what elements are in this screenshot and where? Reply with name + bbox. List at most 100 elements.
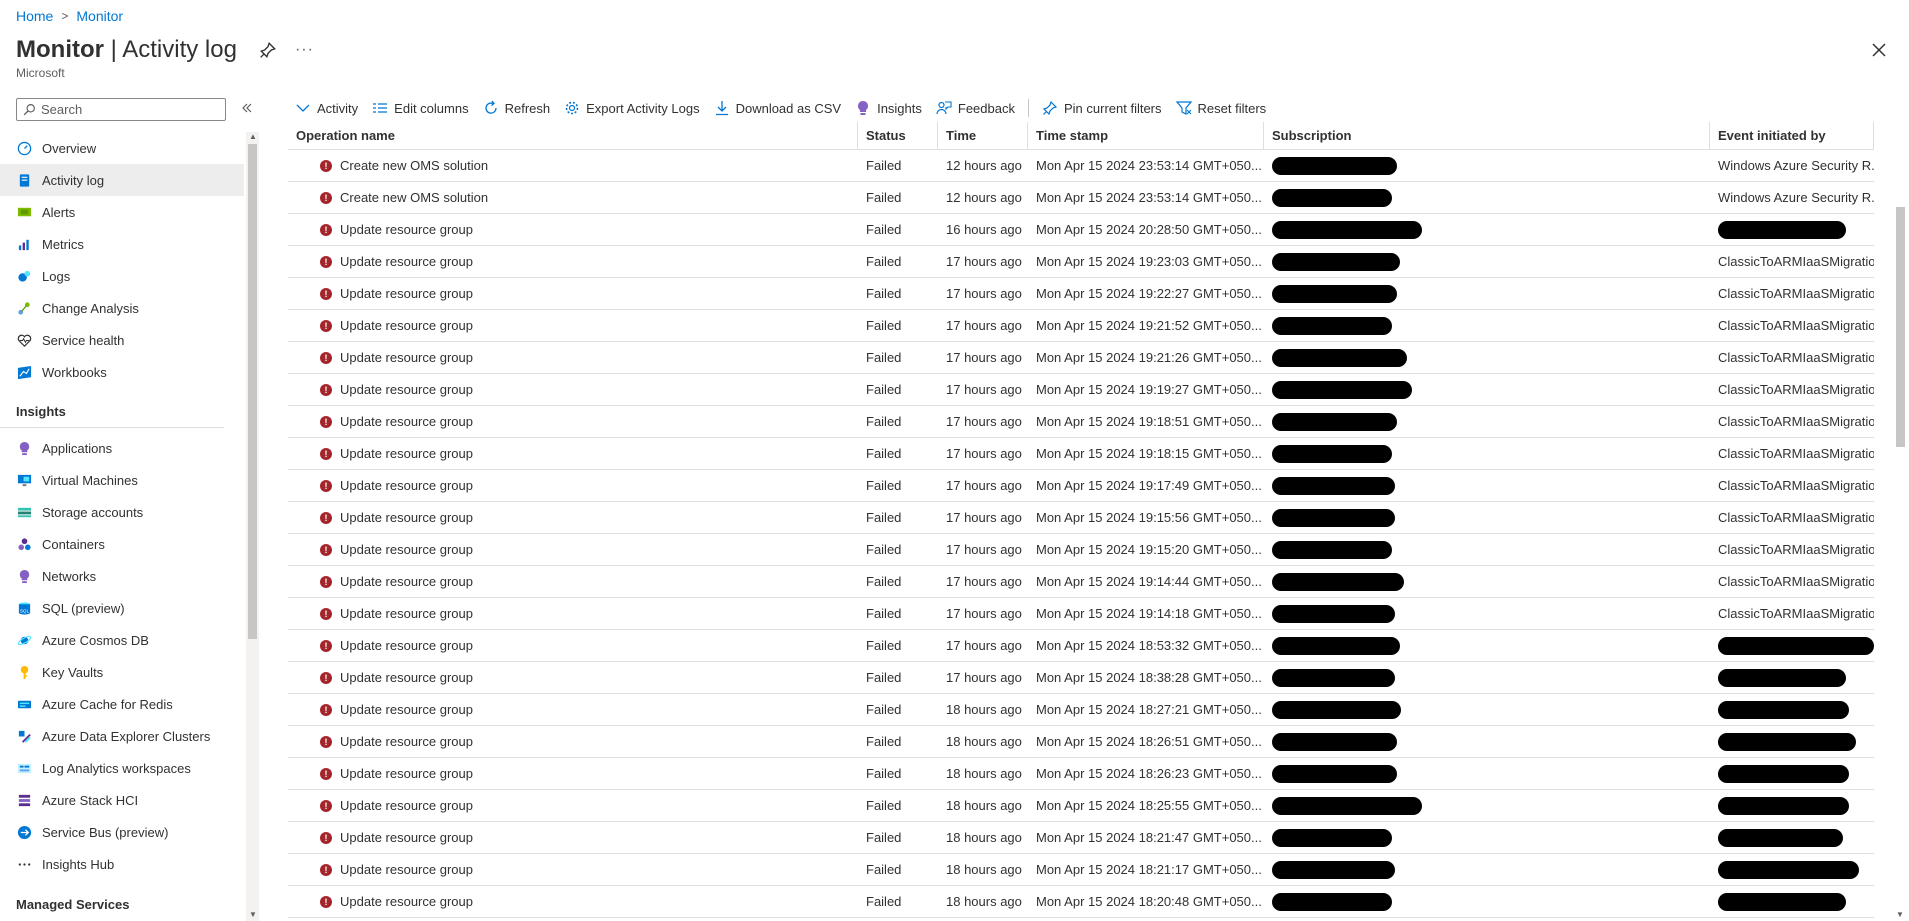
table-row[interactable]: ! Update resource group Failed 17 hours ago… <box>288 534 1874 566</box>
table-row[interactable]: ! Update resource group Failed 18 hours ago… <box>288 790 1874 822</box>
sidebar-item-key-vaults[interactable]: Key Vaults <box>0 656 244 688</box>
table-row[interactable]: ! Update resource group Failed 17 hours ago… <box>288 278 1874 310</box>
column-header-operation-name[interactable]: Operation name <box>288 122 858 149</box>
table-row[interactable]: ! Update resource group Failed 18 hours ago… <box>288 854 1874 886</box>
cell-timestamp: Mon Apr 15 2024 18:38:28 GMT+050... <box>1036 670 1262 685</box>
pin-current-filters-button[interactable]: Pin current filters <box>1035 98 1169 118</box>
cell-time: 18 hours ago <box>946 894 1022 909</box>
table-row[interactable]: ! Update resource group Failed 17 hours ago… <box>288 310 1874 342</box>
redacted-subscription <box>1272 156 1397 175</box>
sidebar-item-containers[interactable]: Containers <box>0 528 244 560</box>
table-row[interactable]: ! Update resource group Failed 17 hours ago… <box>288 438 1874 470</box>
refresh-button[interactable]: Refresh <box>476 98 558 118</box>
table-row[interactable]: ! Update resource group Failed 18 hours ago… <box>288 694 1874 726</box>
table-row[interactable]: ! Update resource group Failed 17 hours ago… <box>288 374 1874 406</box>
sidebar-item-sql-preview[interactable]: SQL SQL (preview) <box>0 592 244 624</box>
sidebar-item-overview[interactable]: Overview <box>0 132 244 164</box>
sidebar-item-insights-hub[interactable]: Insights Hub <box>0 848 244 880</box>
sidebar-item-networks[interactable]: Networks <box>0 560 244 592</box>
sidebar-item-service-health[interactable]: Service health <box>0 324 244 356</box>
table-row[interactable]: ! Update resource group Failed 17 hours ago… <box>288 502 1874 534</box>
grid-scrollbar[interactable]: ▼ <box>1892 122 1909 921</box>
error-status-icon: ! <box>320 447 332 460</box>
table-row[interactable]: ! Update resource group Failed 17 hours ago… <box>288 470 1874 502</box>
cell-operation-name: ! Update resource group <box>288 214 858 245</box>
sidebar-item-workbooks[interactable]: Workbooks <box>0 356 244 388</box>
activity-button[interactable]: Activity <box>288 98 365 118</box>
breadcrumb-monitor[interactable]: Monitor <box>76 8 123 24</box>
sidebar-item-azure-stack-hci[interactable]: Azure Stack HCI <box>0 784 244 816</box>
table-row[interactable]: ! Update resource group Failed 18 hours ago… <box>288 822 1874 854</box>
sidebar-item-storage-accounts[interactable]: Storage accounts <box>0 496 244 528</box>
table-row[interactable]: ! Update resource group Failed 18 hours ago… <box>288 726 1874 758</box>
cell-time: 18 hours ago <box>946 798 1022 813</box>
table-row[interactable]: ! Update resource group Failed 17 hours ago… <box>288 566 1874 598</box>
search-box[interactable] <box>16 98 226 121</box>
close-icon[interactable] <box>1869 40 1889 60</box>
table-row[interactable]: ! Update resource group Failed 18 hours ago… <box>288 886 1874 918</box>
reset-filters-button[interactable]: Reset filters <box>1169 98 1274 118</box>
sidebar-item-applications[interactable]: Applications <box>0 432 244 464</box>
svg-text:SQL: SQL <box>19 608 29 613</box>
column-header-time[interactable]: Time <box>938 122 1028 149</box>
cell-event-initiated-by: ClassicToARMIaaSMigration <box>1718 286 1874 301</box>
pin-icon[interactable] <box>259 41 277 59</box>
cell-time: 17 hours ago <box>946 446 1022 461</box>
export-activity-logs-button[interactable]: Export Activity Logs <box>557 98 706 118</box>
cell-operation-name: ! Update resource group <box>288 662 858 693</box>
table-row[interactable]: ! Update resource group Failed 17 hours ago… <box>288 406 1874 438</box>
scroll-up-arrow-icon[interactable]: ▲ <box>249 132 257 141</box>
table-row[interactable]: ! Create new OMS solution Failed 12 hours a… <box>288 150 1874 182</box>
redacted-subscription <box>1272 220 1422 239</box>
table-row[interactable]: ! Update resource group Failed 18 hours ago… <box>288 758 1874 790</box>
sidebar-item-service-bus-preview[interactable]: Service Bus (preview) <box>0 816 244 848</box>
sidebar-scrollbar[interactable]: ▲ ▼ <box>246 132 259 921</box>
sidebar-item-azure-data-explorer-clusters[interactable]: Azure Data Explorer Clusters <box>0 720 244 752</box>
sidebar-item-metrics[interactable]: Metrics <box>0 228 244 260</box>
collapse-sidebar-icon[interactable] <box>240 101 254 115</box>
breadcrumb-home[interactable]: Home <box>16 8 53 24</box>
sidebar-item-label: Insights Hub <box>42 856 115 872</box>
cell-subscription <box>1264 886 1710 917</box>
cell-operation-name: ! Update resource group <box>288 726 858 757</box>
sidebar-item-label: Storage accounts <box>42 504 144 520</box>
sidebar-item-azure-cosmos-db[interactable]: Azure Cosmos DB <box>0 624 244 656</box>
download-as-csv-button[interactable]: Download as CSV <box>707 98 849 118</box>
error-status-icon: ! <box>320 415 332 428</box>
search-input[interactable] <box>41 102 211 117</box>
cell-status: Failed <box>866 574 902 589</box>
sidebar-item-activity-log[interactable]: Activity log <box>0 164 244 196</box>
edit-columns-button[interactable]: Edit columns <box>365 98 475 118</box>
sidebar-item-log-analytics-workspaces[interactable]: Log Analytics workspaces <box>0 752 244 784</box>
column-header-status[interactable]: Status <box>858 122 938 149</box>
scroll-down-arrow-icon[interactable]: ▼ <box>249 910 257 919</box>
more-options-icon[interactable]: ··· <box>295 41 314 59</box>
cell-timestamp: Mon Apr 15 2024 19:21:52 GMT+050... <box>1036 318 1262 333</box>
redacted-initiator <box>1718 700 1849 719</box>
sidebar-item-change-analysis[interactable]: Change Analysis <box>0 292 244 324</box>
sidebar-item-alerts[interactable]: Alerts <box>0 196 244 228</box>
sidebar-scroll-thumb[interactable] <box>248 144 257 639</box>
table-row[interactable]: ! Update resource group Failed 17 hours ago… <box>288 342 1874 374</box>
error-status-icon: ! <box>320 351 332 364</box>
column-header-event-initiated-by[interactable]: Event initiated by <box>1710 122 1874 149</box>
toolbar-divider <box>1027 99 1029 117</box>
table-row[interactable]: ! Update resource group Failed 17 hours ago… <box>288 246 1874 278</box>
cell-operation-name: ! Create new OMS solution <box>288 150 858 181</box>
column-header-time-stamp[interactable]: Time stamp <box>1028 122 1264 149</box>
feedback-button[interactable]: Feedback <box>929 98 1022 118</box>
sidebar-item-azure-cache-for-redis[interactable]: Azure Cache for Redis <box>0 688 244 720</box>
table-row[interactable]: ! Update resource group Failed 17 hours ago… <box>288 662 1874 694</box>
column-header-subscription[interactable]: Subscription <box>1264 122 1710 149</box>
table-row[interactable]: ! Create new OMS solution Failed 12 hours a… <box>288 182 1874 214</box>
grid-scroll-thumb[interactable] <box>1896 207 1905 447</box>
sidebar-item-virtual-machines[interactable]: Virtual Machines <box>0 464 244 496</box>
table-row[interactable]: ! Update resource group Failed 16 hours ago… <box>288 214 1874 246</box>
grid-scroll-down-icon[interactable]: ▼ <box>1896 910 1904 919</box>
sidebar-item-label: Activity log <box>42 172 105 188</box>
table-row[interactable]: ! Update resource group Failed 17 hours ago… <box>288 598 1874 630</box>
insights-button[interactable]: Insights <box>848 98 929 118</box>
toolbar-button-label: Activity <box>317 100 359 116</box>
sidebar-item-logs[interactable]: Logs <box>0 260 244 292</box>
table-row[interactable]: ! Update resource group Failed 17 hours ago… <box>288 630 1874 662</box>
